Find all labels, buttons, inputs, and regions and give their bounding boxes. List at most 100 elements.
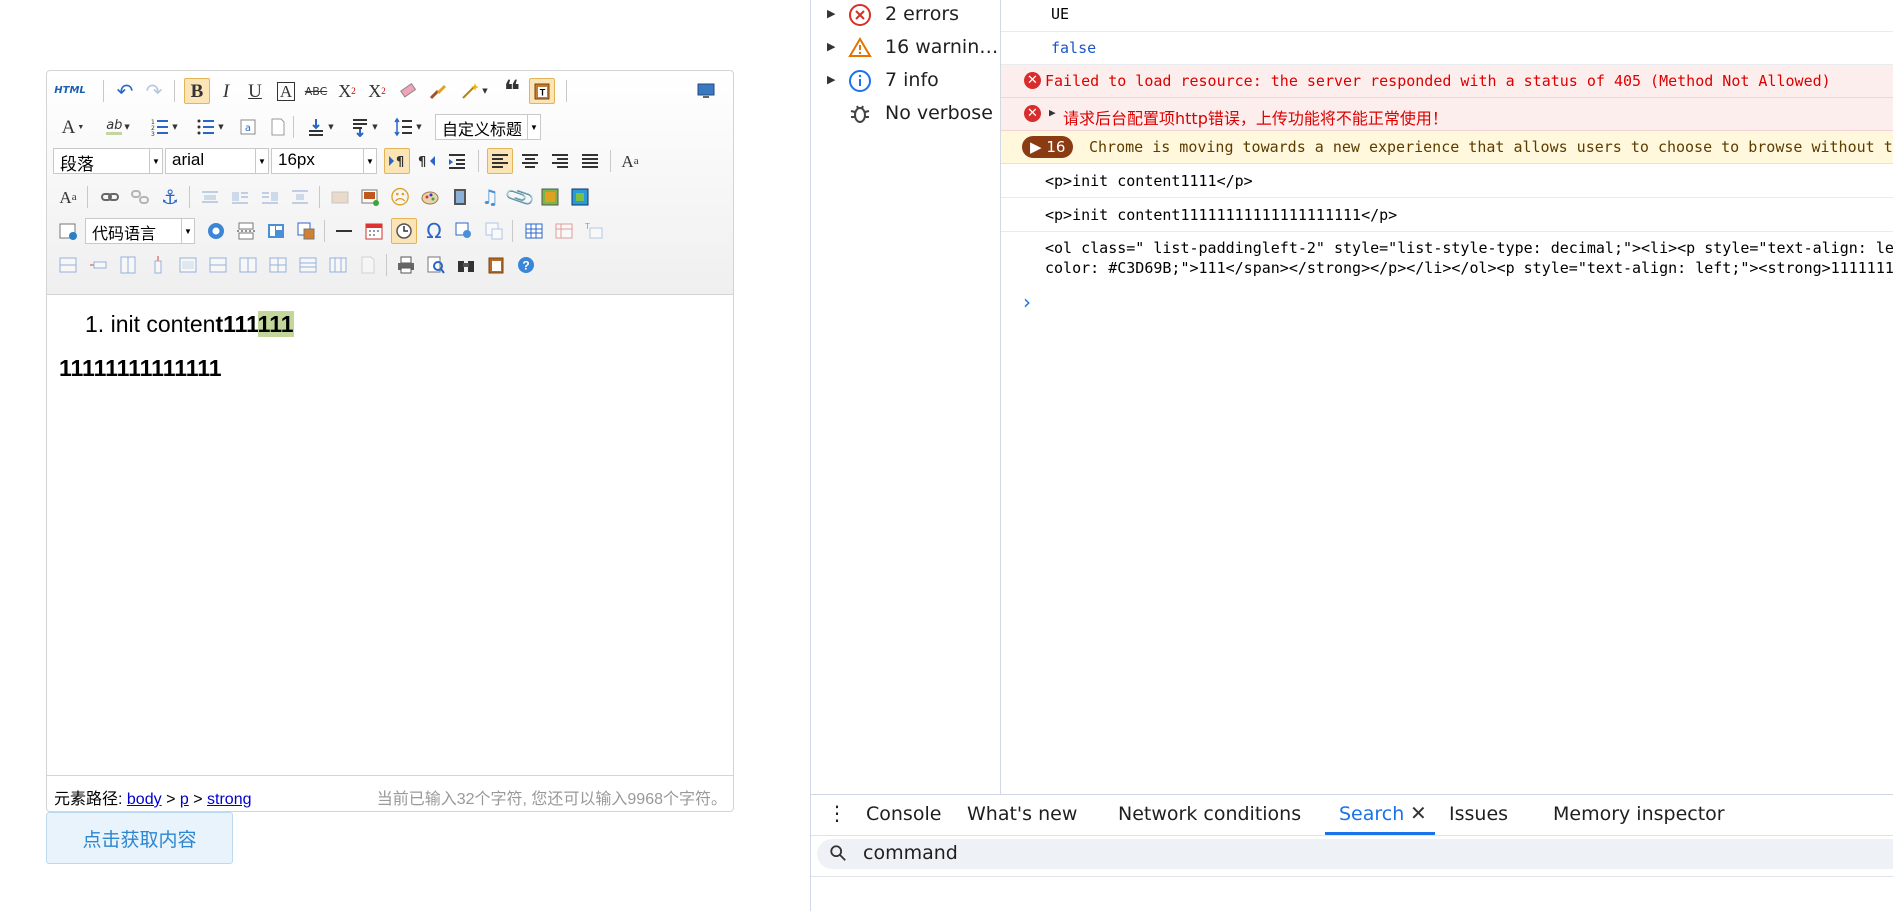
ordered-list-icon[interactable]: 1 2 3 ▼ — [145, 114, 183, 140]
expand-arrow-icon[interactable]: ▶ — [827, 73, 835, 86]
pagebreak-icon[interactable] — [233, 218, 259, 244]
template-icon[interactable] — [203, 218, 229, 244]
time-icon[interactable] — [391, 218, 417, 244]
tab-search[interactable]: Search — [1339, 803, 1404, 825]
paragraph-format-select[interactable]: 段落 ▼ — [53, 148, 163, 174]
sidebar-item-warnings[interactable]: ▶ 16 warnin… — [811, 33, 1000, 63]
merge-cells-icon[interactable] — [175, 252, 201, 278]
case-upper-icon[interactable]: Aa — [617, 148, 643, 174]
autotypeset-icon[interactable]: ▼ — [455, 78, 493, 104]
path-item-body[interactable]: body — [127, 791, 162, 808]
gmap-icon[interactable] — [567, 184, 593, 210]
align-center-icon[interactable] — [517, 148, 543, 174]
scrawl-icon[interactable] — [417, 184, 443, 210]
insert-frame-icon[interactable] — [55, 218, 81, 244]
custom-title-select[interactable]: 自定义标题 ▼ — [435, 114, 541, 140]
tab-whats-new[interactable]: What's new — [967, 803, 1077, 825]
warning-count-badge[interactable]: ▶ 16 — [1022, 136, 1074, 158]
html-source-button[interactable]: HTML — [54, 78, 86, 104]
charts-icon[interactable] — [355, 252, 381, 278]
snapscreen-icon[interactable] — [481, 218, 507, 244]
insert-image-icon[interactable] — [357, 184, 383, 210]
image-left-icon[interactable] — [227, 184, 253, 210]
path-item-strong[interactable]: strong — [207, 791, 251, 808]
get-content-button[interactable]: 点击获取内容 — [46, 812, 233, 864]
blockquote-icon[interactable]: ❝ — [499, 77, 525, 105]
row-spacing-bottom-icon[interactable]: ▼ — [345, 114, 383, 140]
more-options-icon[interactable]: ⋮ — [827, 801, 847, 825]
console-prompt-icon[interactable]: › — [1023, 290, 1031, 314]
split-to-cols-icon[interactable] — [325, 252, 351, 278]
merge-down-icon[interactable] — [235, 252, 261, 278]
direction-rtl-icon[interactable]: ¶ — [414, 148, 440, 174]
tab-memory-inspector[interactable]: Memory inspector — [1553, 803, 1725, 825]
insert-paragraph-before-table-icon[interactable]: T — [581, 218, 607, 244]
print-icon[interactable] — [393, 252, 419, 278]
merge-right-icon[interactable] — [205, 252, 231, 278]
italic-button[interactable]: I — [213, 78, 239, 104]
search-input[interactable] — [861, 841, 1465, 865]
strikethrough-button[interactable]: ABC — [303, 78, 329, 104]
superscript-button[interactable]: X2 — [334, 78, 360, 104]
music-icon[interactable]: ♫ — [477, 184, 503, 210]
horizontal-rule-icon[interactable] — [331, 218, 357, 244]
close-icon[interactable]: ✕ — [1410, 801, 1427, 825]
link-icon[interactable] — [97, 184, 123, 210]
simple-upload-icon[interactable] — [327, 184, 353, 210]
unordered-list-icon[interactable]: ▼ — [191, 114, 229, 140]
redo-icon[interactable]: ↷ — [141, 78, 167, 104]
tab-issues[interactable]: Issues — [1449, 803, 1508, 825]
line-height-icon[interactable]: ▼ — [389, 114, 427, 140]
expand-arrow-icon[interactable]: ▶ — [1049, 106, 1056, 119]
delete-row-icon[interactable] — [85, 252, 111, 278]
align-left-icon[interactable] — [487, 148, 513, 174]
page-icon[interactable] — [265, 114, 291, 140]
unlink-icon[interactable] — [127, 184, 153, 210]
direction-ltr-icon[interactable]: ¶ — [384, 148, 410, 174]
subscript-button[interactable]: X2 — [364, 78, 390, 104]
case-lower-icon[interactable]: Aa — [55, 184, 81, 210]
image-center-icon[interactable] — [287, 184, 313, 210]
tab-network-conditions[interactable]: Network conditions — [1118, 803, 1301, 825]
console-error-line[interactable]: ✕ ▶ 请求后台配置项http错误，上传功能将不能正常使用！ — [1001, 98, 1893, 131]
anchor-icon[interactable]: ⚓ — [157, 184, 183, 210]
sidebar-item-verbose[interactable]: No verbose — [811, 99, 1000, 129]
expand-arrow-icon[interactable]: ▶ — [827, 40, 835, 53]
image-none-icon[interactable] — [197, 184, 223, 210]
insert-table-icon[interactable] — [521, 218, 547, 244]
path-item-p[interactable]: p — [180, 791, 189, 808]
special-chars-icon[interactable]: Ω — [421, 218, 447, 244]
bold-button[interactable]: B — [184, 78, 210, 104]
paste-plain-icon[interactable]: T — [529, 78, 555, 104]
underline-button[interactable]: U — [242, 78, 268, 104]
format-brush-icon[interactable] — [425, 78, 451, 104]
emotion-icon[interactable]: ☹ — [387, 184, 413, 210]
expand-arrow-icon[interactable]: ▶ — [827, 7, 835, 20]
fullscreen-icon[interactable] — [693, 78, 719, 104]
delete-table-icon[interactable] — [551, 218, 577, 244]
font-size-select[interactable]: 16px ▼ — [271, 148, 377, 174]
delete-col-icon[interactable] — [145, 252, 171, 278]
row-spacing-top-icon[interactable]: ▼ — [301, 114, 339, 140]
help-icon[interactable]: ? — [513, 252, 539, 278]
background-icon[interactable] — [263, 218, 289, 244]
background-color-icon[interactable]: ab ▼ — [99, 114, 137, 140]
map-icon[interactable] — [537, 184, 563, 210]
sidebar-item-info[interactable]: ▶ 7 info — [811, 66, 1000, 96]
eraser-icon[interactable] — [395, 78, 421, 104]
split-to-rows-icon[interactable] — [295, 252, 321, 278]
date-icon[interactable] — [361, 218, 387, 244]
preview-icon[interactable] — [423, 252, 449, 278]
font-border-button[interactable]: A — [273, 78, 299, 104]
drafts-icon[interactable] — [483, 252, 509, 278]
search-replace-binoculars-icon[interactable] — [453, 252, 479, 278]
attachment-icon[interactable]: 📎 — [502, 179, 538, 215]
align-right-icon[interactable] — [547, 148, 573, 174]
console-warning-line[interactable]: ▶ 16 Chrome is moving towards a new expe… — [1001, 131, 1893, 164]
insert-video-icon[interactable] — [447, 184, 473, 210]
undo-icon[interactable]: ↶ — [112, 78, 138, 104]
split-to-cells-icon[interactable] — [265, 252, 291, 278]
indent-icon[interactable] — [444, 148, 470, 174]
sidebar-item-errors[interactable]: ▶ 2 errors — [811, 0, 1000, 30]
wordimage-icon[interactable] — [293, 218, 319, 244]
